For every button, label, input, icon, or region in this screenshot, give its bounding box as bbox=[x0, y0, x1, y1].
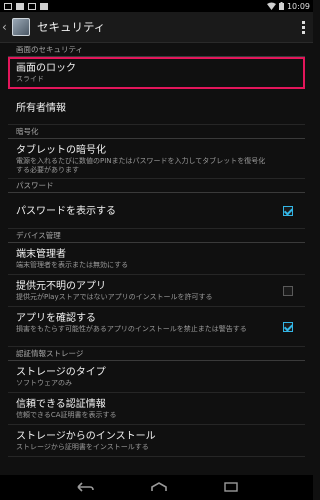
unknown-sources-item[interactable]: 提供元不明のアプリ 提供元がPlayストアではないアプリのインストールを許可する bbox=[8, 275, 305, 307]
overflow-menu-icon[interactable] bbox=[302, 20, 305, 34]
item-summary: ソフトウェアのみ bbox=[16, 379, 72, 387]
unknown-sources-checkbox[interactable] bbox=[283, 285, 293, 296]
action-bar: ‹ セキュリティ bbox=[0, 12, 313, 43]
trusted-credentials-item[interactable]: 信頼できる認証情報 信頼できるCA証明書を表示する bbox=[8, 393, 305, 425]
item-title: 提供元不明のアプリ bbox=[16, 281, 106, 292]
section-header-credential-storage: 認証情報ストレージ bbox=[8, 347, 305, 361]
item-title: アプリを確認する bbox=[16, 313, 96, 324]
battery-icon bbox=[278, 2, 284, 10]
encrypt-tablet-item[interactable]: タブレットの暗号化 電源を入れるたびに数値のPINまたはパスワードを入力してタブ… bbox=[8, 139, 305, 179]
verify-apps-checkbox[interactable] bbox=[283, 321, 293, 332]
screen-lock-item[interactable]: 画面のロック スライド bbox=[8, 57, 305, 89]
item-title: 信頼できる認証情報 bbox=[16, 399, 106, 410]
item-summary: スライド bbox=[16, 75, 44, 83]
item-title: ストレージからのインストール bbox=[16, 431, 156, 442]
item-title: ストレージのタイプ bbox=[16, 367, 106, 378]
item-title: 端末管理者 bbox=[16, 249, 66, 260]
status-bar: 10:09 bbox=[0, 0, 313, 12]
home-icon[interactable] bbox=[150, 480, 168, 496]
section-header-password: パスワード bbox=[8, 179, 305, 193]
gmail-notification-icon bbox=[28, 2, 36, 10]
verify-apps-item[interactable]: アプリを確認する 損害をもたらす可能性があるアプリのインストールを禁止または警告… bbox=[8, 307, 305, 347]
image-notification-icon bbox=[16, 2, 24, 10]
item-summary: 提供元がPlayストアではないアプリのインストールを許可する bbox=[16, 293, 213, 301]
owner-info-item[interactable]: 所有者情報 bbox=[8, 89, 305, 125]
install-from-storage-item[interactable]: ストレージからのインストール ストレージから証明書をインストールする bbox=[8, 425, 305, 457]
section-header-screen-security: 画面のセキュリティ bbox=[8, 43, 305, 57]
item-summary: 電源を入れるたびに数値のPINまたはパスワードを入力してタブレットを復号化する必… bbox=[16, 157, 266, 174]
up-caret-icon[interactable]: ‹ bbox=[2, 20, 10, 34]
item-title: タブレットの暗号化 bbox=[16, 145, 106, 156]
item-title: 画面のロック bbox=[16, 63, 76, 74]
settings-list: 画面のセキュリティ 画面のロック スライド 所有者情報 暗号化 タブレットの暗号… bbox=[0, 43, 313, 475]
section-header-device-admin: デバイス管理 bbox=[8, 229, 305, 243]
item-summary: ストレージから証明書をインストールする bbox=[16, 443, 149, 451]
recent-apps-icon[interactable] bbox=[223, 480, 238, 496]
settings-app-icon[interactable] bbox=[12, 18, 30, 36]
calendar-notification-icon bbox=[40, 2, 48, 10]
item-title: パスワードを表示する bbox=[16, 206, 116, 217]
section-header-encryption: 暗号化 bbox=[8, 125, 305, 139]
item-summary: 損害をもたらす可能性があるアプリのインストールを禁止または警告する bbox=[16, 325, 247, 333]
device-admin-item[interactable]: 端末管理者 端末管理者を表示または無効にする bbox=[8, 243, 305, 275]
notification-icons bbox=[0, 2, 48, 10]
show-password-item[interactable]: パスワードを表示する bbox=[8, 193, 305, 229]
item-summary: 端末管理者を表示または無効にする bbox=[16, 261, 129, 269]
notification-icon bbox=[4, 2, 12, 10]
item-summary: 信頼できるCA証明書を表示する bbox=[16, 411, 117, 419]
back-icon[interactable] bbox=[76, 480, 94, 496]
item-title: 所有者情報 bbox=[16, 103, 66, 114]
show-password-checkbox[interactable] bbox=[283, 205, 293, 216]
clock: 10:09 bbox=[286, 1, 310, 11]
wifi-icon bbox=[266, 2, 276, 10]
storage-type-item: ストレージのタイプ ソフトウェアのみ bbox=[8, 361, 305, 393]
page-title: セキュリティ bbox=[37, 20, 106, 34]
navigation-bar bbox=[0, 475, 313, 500]
